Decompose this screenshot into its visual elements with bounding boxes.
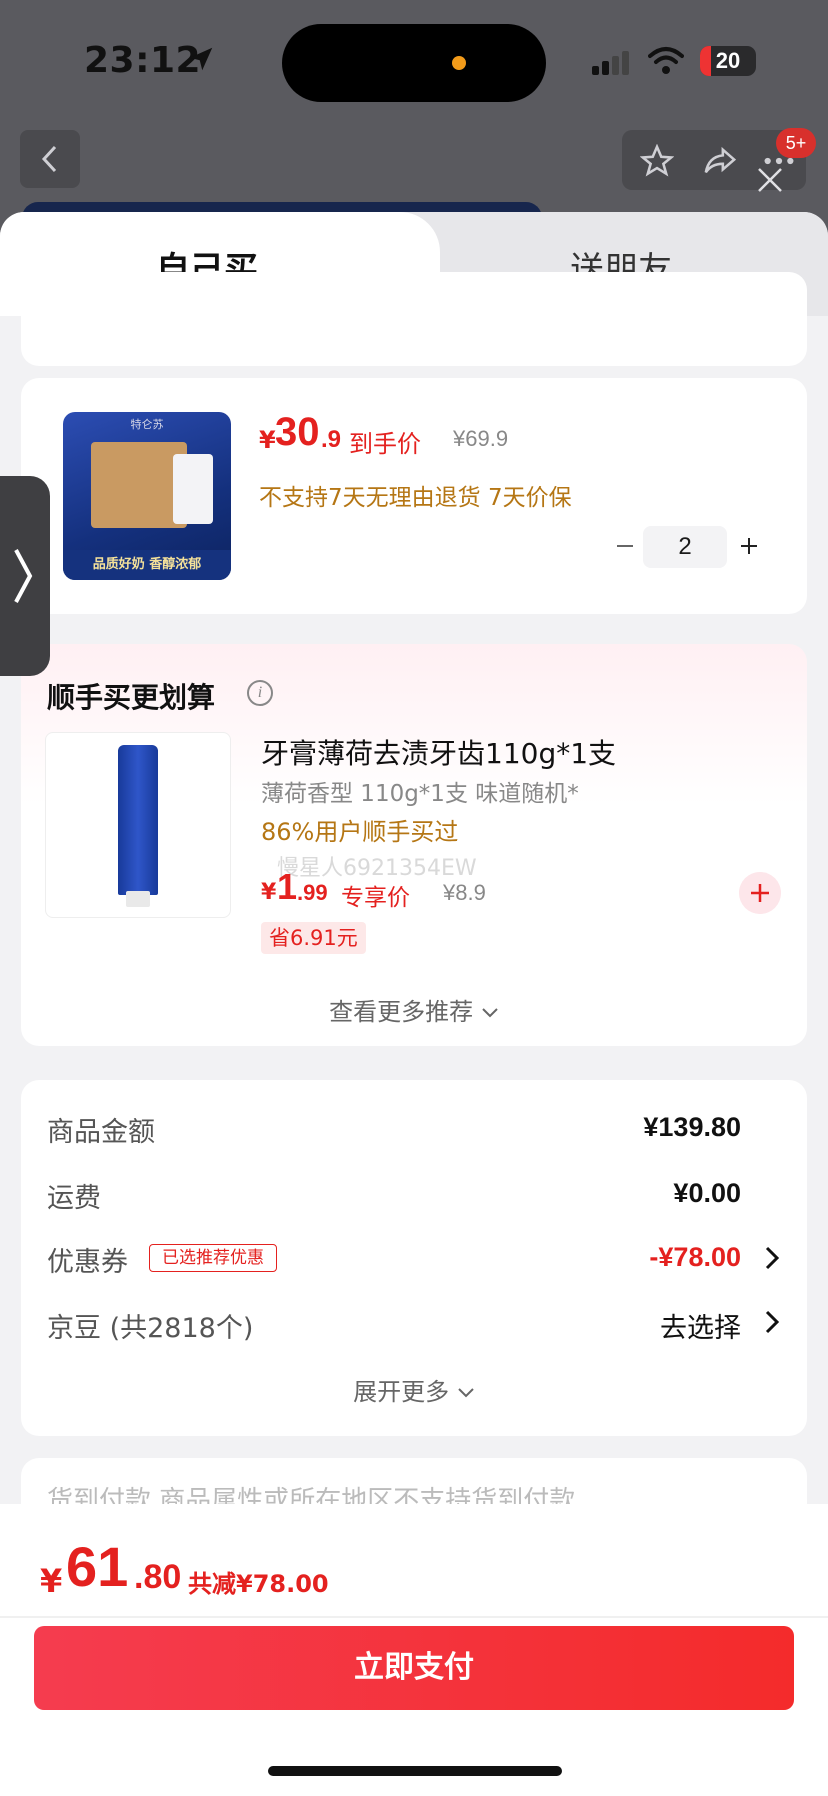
rec-item-name[interactable]: 牙膏薄荷去渍牙齿110g*1支: [261, 732, 616, 772]
price-currency: ¥: [259, 426, 276, 454]
expand-more-link[interactable]: 展开更多: [21, 1372, 807, 1407]
coupon-label: 优惠券: [47, 1247, 128, 1278]
home-indicator[interactable]: [268, 1766, 562, 1776]
battery-indicator: 20: [700, 46, 756, 76]
close-icon[interactable]: [756, 166, 784, 194]
dynamic-island: [282, 24, 546, 102]
status-time: 23:12: [84, 40, 202, 81]
divider: [0, 1616, 828, 1618]
rec-price-currency: ¥: [261, 880, 277, 905]
cellular-signal-icon: [592, 51, 629, 75]
price-summary-card: 商品金额 ¥139.80 运费 ¥0.00 优惠券 已选推荐优惠 -¥78.00…: [21, 1080, 807, 1436]
total-reduction: 共减¥78.00: [188, 1570, 329, 1598]
rec-price-decimal: .99: [297, 880, 328, 905]
recommend-card: 顺手买更划算 i 牙膏薄荷去渍牙齿110g*1支 薄荷香型 110g*1支 味道…: [21, 644, 807, 1046]
location-arrow-icon: [189, 47, 213, 71]
product-card: 特仑苏 品质好奶 香醇浓郁 ¥ 30 .9 到手价 ¥69.9 不支持7天无理由…: [21, 378, 807, 614]
total-decimal: .80: [134, 1558, 182, 1596]
recommend-title: 顺手买更划算: [47, 681, 216, 714]
shipping-value: ¥0.00: [673, 1178, 741, 1208]
status-bar: 23:12 20: [0, 0, 828, 120]
coupon-chevron-icon[interactable]: [761, 1244, 783, 1272]
back-button[interactable]: [20, 130, 80, 188]
quantity-input[interactable]: 2: [643, 526, 727, 568]
pay-now-button[interactable]: 立即支付: [34, 1626, 794, 1710]
goods-amount-label: 商品金额: [47, 1117, 155, 1148]
more-recommend-link[interactable]: 查看更多推荐: [21, 992, 807, 1027]
product-image-brand: 特仑苏: [130, 418, 164, 431]
wifi-icon: [648, 47, 684, 74]
rec-original-price: ¥8.9: [443, 880, 486, 905]
side-panel-handle[interactable]: [0, 476, 50, 676]
price-label: 到手价: [349, 430, 421, 458]
coupon-recommend-tag: 已选推荐优惠: [149, 1244, 277, 1272]
quantity-increase-button[interactable]: [731, 528, 767, 564]
share-icon[interactable]: [702, 144, 738, 178]
goods-amount-value: ¥139.80: [643, 1112, 741, 1142]
toothpaste-image[interactable]: [45, 732, 231, 918]
coupon-value[interactable]: -¥78.00: [649, 1242, 741, 1273]
toothpaste-cap-shape: [126, 891, 150, 907]
rec-item-spec[interactable]: 薄荷香型 110g*1支 味道随机*: [261, 774, 579, 808]
rec-save-badge: 省6.91元: [261, 922, 366, 954]
rec-price-label: 专享价: [341, 885, 410, 911]
total-currency: ¥: [40, 1562, 63, 1600]
jd-bean-select[interactable]: 去选择: [660, 1306, 741, 1345]
address-card[interactable]: [21, 272, 807, 366]
total-integer: 61: [66, 1535, 129, 1598]
product-carton-shape: [173, 454, 213, 524]
add-item-button[interactable]: [739, 872, 781, 914]
toothpaste-tube-shape: [118, 745, 158, 895]
rec-item-bought: 86%用户顺手买过: [261, 818, 459, 846]
product-image[interactable]: 特仑苏 品质好奶 香醇浓郁: [63, 412, 231, 580]
expand-more-label: 展开更多: [353, 1378, 450, 1406]
message-badge: 5+: [776, 128, 816, 158]
chevron-right-icon: [14, 549, 33, 603]
jd-bean-chevron-icon[interactable]: [761, 1308, 783, 1336]
chevron-down-icon: [458, 1388, 474, 1398]
price-integer: 30: [275, 410, 320, 454]
product-image-banner: 品质好奶 香醇浓郁: [63, 550, 231, 580]
quantity-decrease-button[interactable]: [607, 528, 643, 564]
jd-bean-label: 京豆 (共2818个): [47, 1313, 254, 1344]
service-tags: 不支持7天无理由退货 7天价保: [259, 485, 572, 511]
shipping-label: 运费: [47, 1183, 101, 1214]
price-decimal: .9: [321, 426, 342, 453]
original-price: ¥69.9: [453, 426, 509, 451]
star-icon[interactable]: [640, 144, 674, 178]
payment-bar: ¥ 61 .80 共减¥78.00 立即支付: [0, 1504, 828, 1796]
chevron-down-icon: [482, 1008, 498, 1018]
info-icon[interactable]: i: [247, 680, 273, 706]
rec-price-integer: 1: [277, 866, 298, 907]
privacy-indicator-dot: [452, 56, 466, 70]
battery-level: 20: [715, 48, 741, 73]
chevron-left-icon: [41, 145, 57, 173]
more-recommend-label: 查看更多推荐: [329, 998, 474, 1026]
